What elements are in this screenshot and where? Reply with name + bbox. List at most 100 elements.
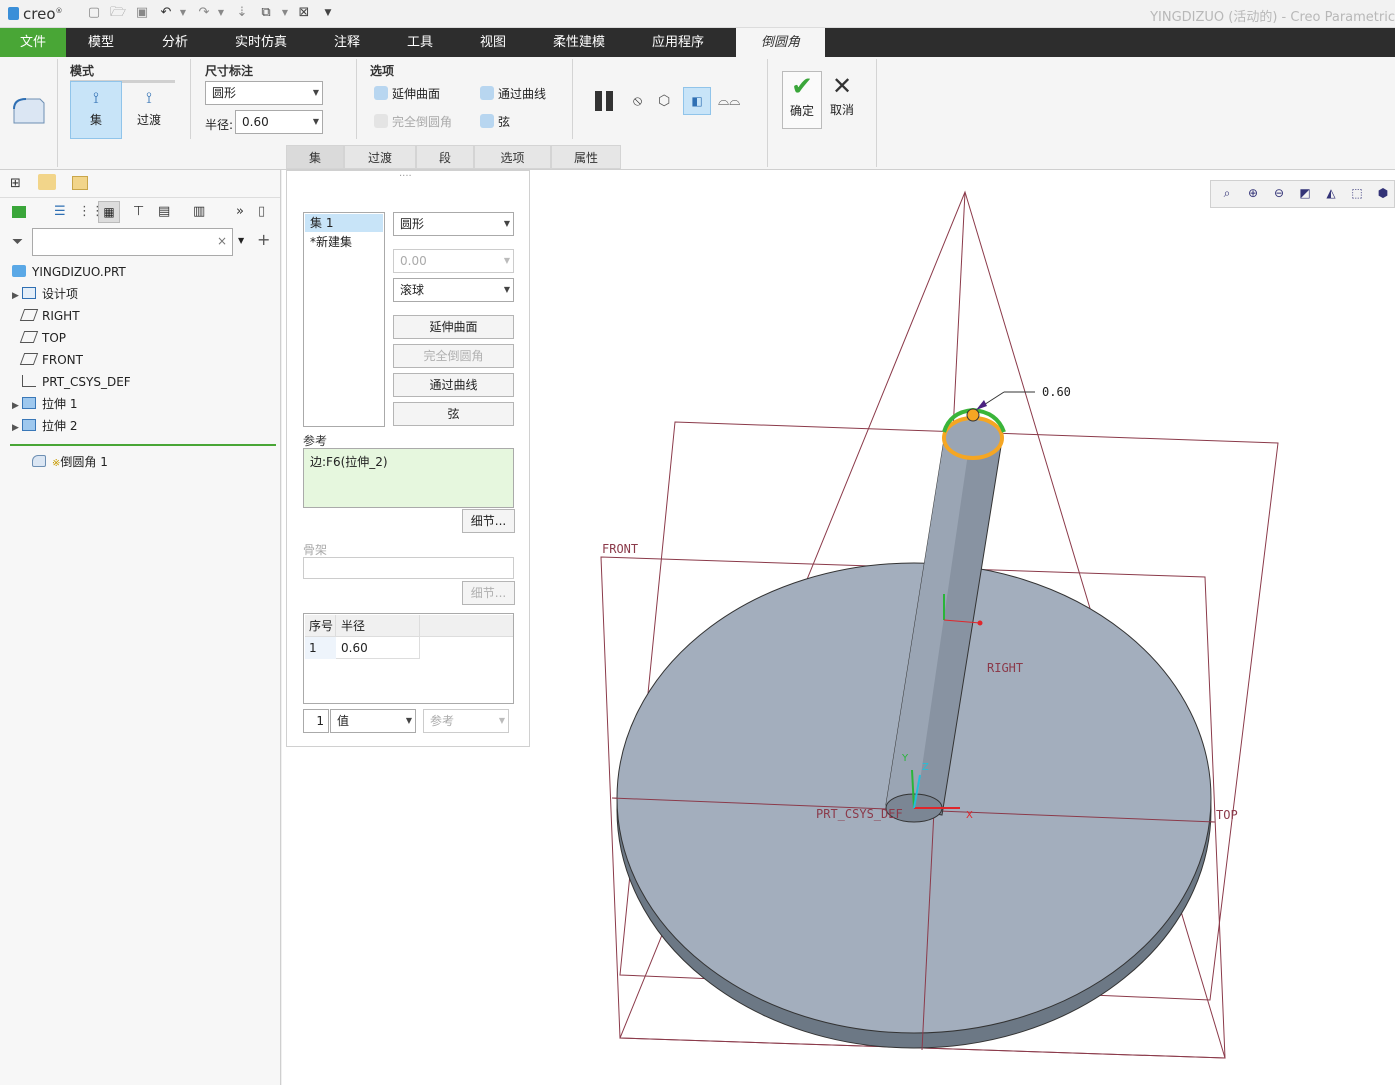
through-curve-option[interactable]: 通过曲线 <box>480 85 546 102</box>
value-input[interactable]: 0.00 ▼ <box>393 249 514 273</box>
full-round-option[interactable]: 完全倒圆角 <box>374 113 452 130</box>
geometry-preview-icon[interactable]: ◧ <box>683 87 711 115</box>
new-set-item[interactable]: *新建集 <box>305 233 383 251</box>
tab-applications[interactable]: 应用程序 <box>638 28 718 57</box>
reference-item[interactable]: 边:F6(拉伸_2) <box>304 449 513 474</box>
references-collector[interactable]: 边:F6(拉伸_2) <box>303 448 514 508</box>
value-type-select[interactable]: 值 ▼ <box>330 709 416 733</box>
tab-sets[interactable]: 集 <box>286 145 344 169</box>
verify-glasses-icon[interactable]: ⌓⌓ <box>718 93 740 109</box>
tree-show-icon[interactable]: ▤ <box>158 204 170 219</box>
table-cell-index[interactable]: 1 <box>305 637 336 659</box>
tab-flexible-modeling[interactable]: 柔性建模 <box>539 28 619 57</box>
full-round-button[interactable]: 完全倒圆角 <box>393 344 514 368</box>
zoom-in-icon[interactable]: ⊕ <box>1244 186 1262 204</box>
new-file-icon[interactable]: ▢ <box>86 5 102 21</box>
windows-icon[interactable]: ⧉ <box>258 5 274 21</box>
tree-item-front[interactable]: FRONT <box>12 349 83 371</box>
open-folder-icon[interactable]: 🗁 <box>110 5 126 21</box>
tree-item-extrude-1[interactable]: ▶ 拉伸 1 <box>12 393 77 415</box>
save-icon[interactable]: ▣ <box>134 5 150 21</box>
chord-button[interactable]: 弦 <box>393 402 514 426</box>
tree-search-input[interactable]: × <box>32 228 233 256</box>
tab-file[interactable]: 文件 <box>0 28 66 57</box>
tree-list-icon[interactable]: ☰ <box>54 204 66 219</box>
clear-icon[interactable]: × <box>217 234 227 248</box>
view-manager-icon[interactable]: ⬢ <box>1374 186 1392 204</box>
add-icon[interactable]: + <box>257 230 270 249</box>
tree-item-extrude-2[interactable]: ▶ 拉伸 2 <box>12 415 77 437</box>
tab-transitions[interactable]: 过渡 <box>344 145 416 169</box>
cancel-button[interactable]: ✕ 取消 <box>826 71 858 129</box>
reference-type-select[interactable]: 参考 ▼ <box>423 709 509 733</box>
radius-input[interactable]: 0.60 ▼ <box>235 110 323 134</box>
tab-annotate[interactable]: 注释 <box>320 28 374 57</box>
no-preview-icon[interactable]: ⦸ <box>633 93 642 109</box>
set-list[interactable]: 集 1 *新建集 <box>303 212 385 427</box>
extend-surfaces-option[interactable]: 延伸曲面 <box>374 85 440 102</box>
tree-item-design-items[interactable]: ▶ 设计项 <box>12 283 78 305</box>
tree-item-top[interactable]: TOP <box>12 327 66 349</box>
details-button[interactable]: 细节... <box>462 509 515 533</box>
point-index-input[interactable]: 1 <box>303 709 329 733</box>
set-mode-button[interactable]: ⟟ 集 <box>70 81 122 139</box>
set-item-1[interactable]: 集 1 <box>305 214 383 232</box>
options-group-title: 选项 <box>370 64 395 78</box>
tab-options[interactable]: 选项 <box>474 145 551 169</box>
through-curve-button[interactable]: 通过曲线 <box>393 373 514 397</box>
cross-section-select[interactable]: 圆形 ▼ <box>393 212 514 236</box>
insert-indicator[interactable] <box>10 444 276 446</box>
column-header-radius[interactable]: 半径 <box>336 615 420 637</box>
tree-item-right[interactable]: RIGHT <box>12 305 80 327</box>
radius-dimension-label[interactable]: 0.60 <box>1042 385 1071 399</box>
saved-views-icon[interactable]: ⬚ <box>1348 186 1366 204</box>
tree-settings-icon[interactable]: ▦ <box>98 201 120 223</box>
tree-doc-icon[interactable]: ▯ <box>258 204 265 219</box>
spine-details-button[interactable]: 细节... <box>462 581 515 605</box>
model-display-icon[interactable] <box>12 206 26 218</box>
redo-icon[interactable]: ↷ <box>196 5 212 21</box>
chord-option[interactable]: 弦 <box>480 113 510 130</box>
tree-detail-icon[interactable]: ▥ <box>193 204 205 219</box>
transition-mode-button[interactable]: ⟟ 过渡 <box>123 81 175 139</box>
table-cell-radius[interactable]: 0.60 <box>336 637 420 659</box>
tab-model[interactable]: 模型 <box>74 28 128 57</box>
tab-analysis[interactable]: 分析 <box>148 28 202 57</box>
close-icon: ✕ <box>831 72 853 100</box>
tree-root[interactable]: YINGDIZUO.PRT <box>12 261 126 283</box>
panel-grip-icon[interactable]: ···· <box>399 171 412 182</box>
method-select[interactable]: 滚球 ▼ <box>393 278 514 302</box>
more-icon[interactable]: » <box>236 204 244 219</box>
redo-dropdown-icon[interactable]: ▼ <box>213 5 229 21</box>
close-window-icon[interactable]: ⊠ <box>296 5 312 21</box>
favorites-tab-icon[interactable] <box>72 176 88 190</box>
customize-toolbar-icon[interactable]: ▼ <box>320 5 336 21</box>
repaint-icon[interactable]: ◩ <box>1296 186 1314 204</box>
tab-properties[interactable]: 属性 <box>551 145 621 169</box>
shape-select[interactable]: 圆形 ▼ <box>205 81 323 105</box>
refit-icon[interactable]: ⌕ <box>1218 186 1236 204</box>
tree-item-csys[interactable]: PRT_CSYS_DEF <box>12 371 131 393</box>
chevron-down-icon[interactable]: ▼ <box>238 236 244 245</box>
model-tree-tab-icon[interactable]: ⊞ <box>10 176 21 191</box>
tab-simulation[interactable]: 实时仿真 <box>221 28 301 57</box>
extend-surfaces-button[interactable]: 延伸曲面 <box>393 315 514 339</box>
tab-view[interactable]: 视图 <box>466 28 520 57</box>
tab-tools[interactable]: 工具 <box>393 28 447 57</box>
pause-icon[interactable] <box>595 91 602 111</box>
tab-pieces[interactable]: 段 <box>416 145 474 169</box>
windows-dropdown-icon[interactable]: ▼ <box>277 5 293 21</box>
wireframe-preview-icon[interactable]: ⬡ <box>658 93 670 109</box>
column-header-index[interactable]: 序号 <box>305 615 336 637</box>
regenerate-icon[interactable]: ⇣ <box>234 5 250 21</box>
display-style-icon[interactable]: ◭ <box>1322 186 1340 204</box>
tree-item-round-1[interactable]: ※倒圆角 1 <box>32 451 108 473</box>
undo-icon[interactable]: ↶ <box>158 5 174 21</box>
zoom-out-icon[interactable]: ⊖ <box>1270 186 1288 204</box>
undo-dropdown-icon[interactable]: ▼ <box>175 5 191 21</box>
tab-round[interactable]: 倒圆角 <box>736 28 825 57</box>
layers-tab-icon[interactable] <box>38 174 56 190</box>
spine-collector[interactable] <box>303 557 514 579</box>
tree-filter-icon[interactable]: ⊤ <box>133 204 144 219</box>
ok-button[interactable]: ✔ 确定 <box>782 71 822 129</box>
